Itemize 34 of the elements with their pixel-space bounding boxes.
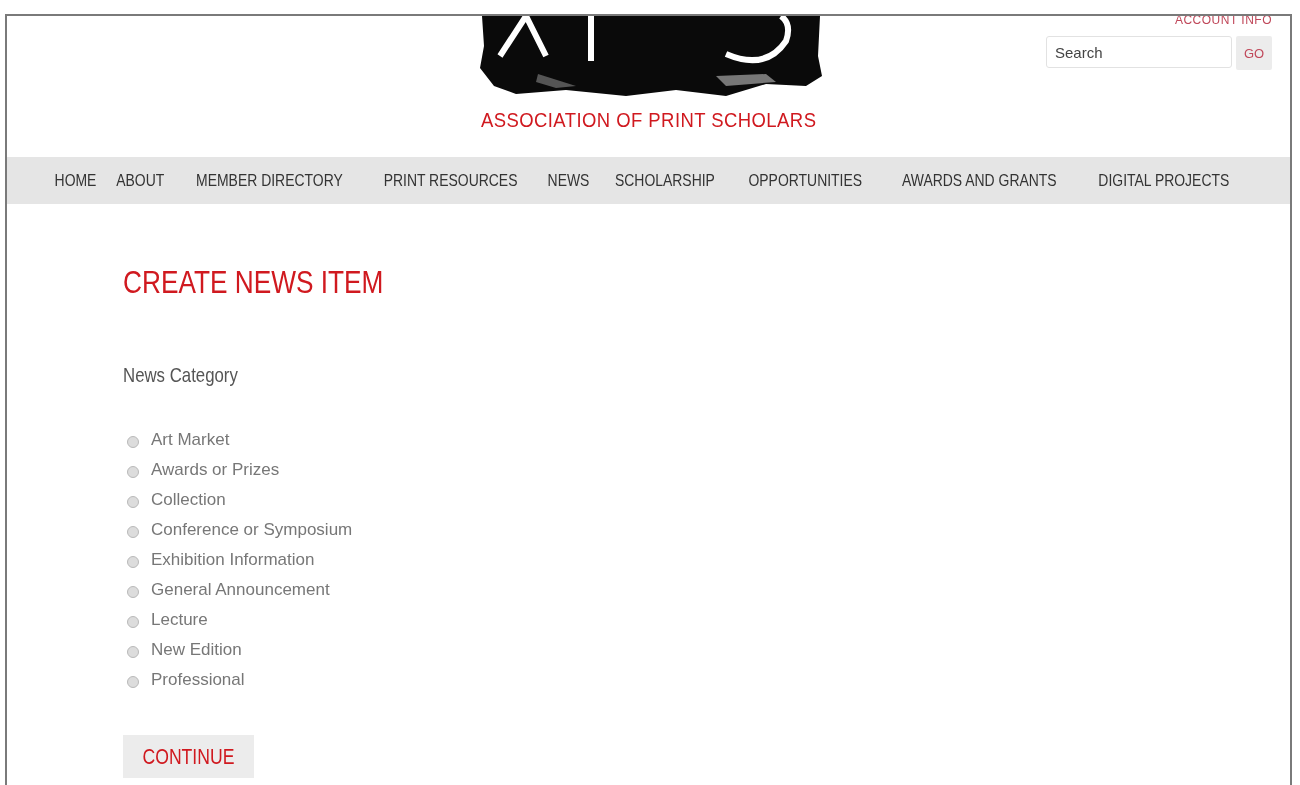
radio-button[interactable] xyxy=(127,646,139,658)
nav-link[interactable]: MEMBER DIRECTORY xyxy=(196,170,343,191)
page-title: CREATE NEWS ITEM xyxy=(123,264,384,301)
radio-button[interactable] xyxy=(127,496,139,508)
field-label: News Category xyxy=(123,363,238,387)
radio-button[interactable] xyxy=(127,676,139,688)
radio-label: Conference or Symposium xyxy=(151,520,353,540)
radio-label: Exhibition Information xyxy=(151,550,315,570)
radio-button[interactable] xyxy=(127,556,139,568)
nav-link[interactable]: OPPORTUNITIES xyxy=(748,170,863,191)
radio-button[interactable] xyxy=(127,466,139,478)
nav-link[interactable]: AWARDS AND GRANTS xyxy=(902,170,1057,191)
nav-link[interactable]: PRINT RESOURCES xyxy=(384,170,518,191)
radio-label: General Announcement xyxy=(151,580,330,600)
nav-link[interactable]: ABOUT xyxy=(116,170,165,191)
radio-label: Lecture xyxy=(151,610,208,630)
radio-label: Art Market xyxy=(151,430,230,450)
go-button[interactable]: GO xyxy=(1236,36,1272,70)
continue-button[interactable]: CONTINUE xyxy=(123,735,254,778)
nav-link[interactable]: NEWS xyxy=(547,170,590,191)
nav-link[interactable]: DIGITAL PROJECTS xyxy=(1098,170,1230,191)
radio-button[interactable] xyxy=(127,616,139,628)
radio-label: New Edition xyxy=(151,640,242,660)
radio-label: Awards or Prizes xyxy=(151,460,280,480)
radio-label: Collection xyxy=(151,490,226,510)
radio-button[interactable] xyxy=(127,586,139,598)
radio-button[interactable] xyxy=(127,436,139,448)
radio-button[interactable] xyxy=(127,526,139,538)
logo-caption: ASSOCIATION OF PRINT SCHOLARS xyxy=(480,108,817,132)
account-link[interactable]: ACCOUNT INFO xyxy=(1174,16,1272,27)
search-field[interactable]: Search xyxy=(1046,36,1232,68)
nav-link[interactable]: SCHOLARSHIP xyxy=(615,170,716,191)
nav-link[interactable]: HOME xyxy=(54,170,97,191)
radio-label: Professional xyxy=(151,670,245,690)
